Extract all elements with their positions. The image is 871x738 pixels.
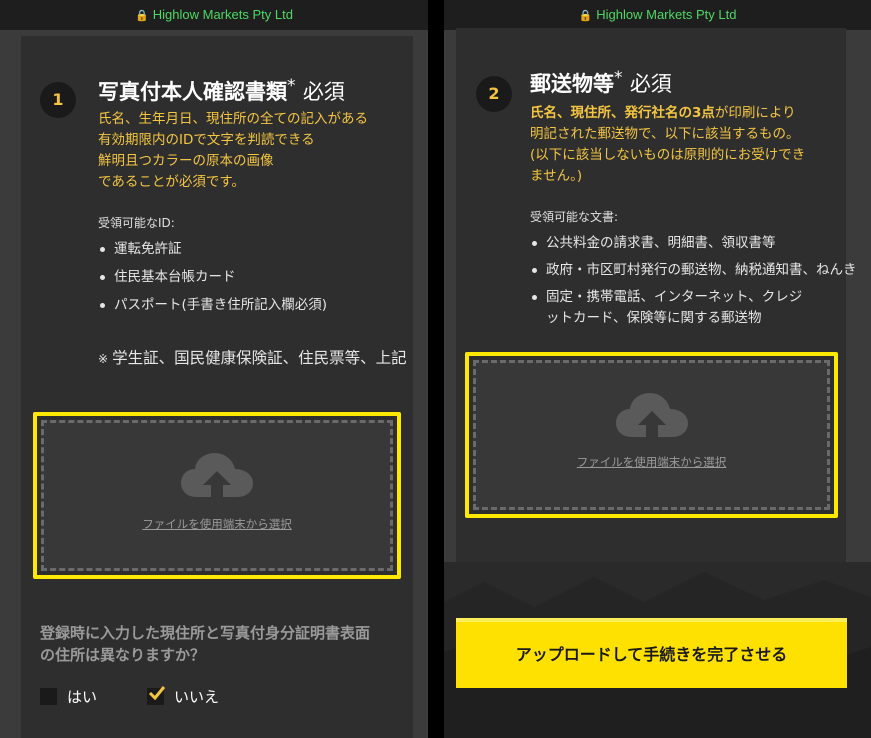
dropzone-area[interactable]: ファイルを使用端末から選択 <box>473 360 830 510</box>
section-title-text: 郵送物等 <box>530 72 614 96</box>
list-item: パスポート(手書き住所記入欄必須) <box>98 295 327 316</box>
required-label: 必須 <box>302 80 345 104</box>
select-file-link[interactable]: ファイルを使用端末から選択 <box>476 454 827 470</box>
checkmark-icon <box>148 686 166 701</box>
cloud-upload-icon <box>181 453 253 499</box>
list-item: 固定・携帯電話、インターネット、クレジ ットカード、保険等に関する郵送物 <box>530 287 857 329</box>
select-file-link[interactable]: ファイルを使用端末から選択 <box>44 516 390 532</box>
list-item: 運転免許証 <box>98 239 327 260</box>
address-text: Highlow Markets Pty Ltd <box>596 7 737 22</box>
required-star: * <box>614 68 623 88</box>
accepted-id-label: 受領可能なID: <box>98 216 175 230</box>
address-bar[interactable]: 🔒 Highlow Markets Pty Ltd <box>444 0 871 30</box>
requirement-line: であることが必須です。 <box>98 174 246 190</box>
list-item-line: ットカード、保険等に関する郵送物 <box>546 310 762 326</box>
list-item-line: 固定・携帯電話、インターネット、クレジ <box>546 289 803 305</box>
yes-label[interactable]: はい <box>67 686 97 707</box>
list-item: 住民基本台帳カード <box>98 267 327 288</box>
option-yes[interactable]: はい <box>40 686 97 707</box>
requirement-rest: が印刷により <box>714 105 796 121</box>
mail-upload-dropzone[interactable]: ファイルを使用端末から選択 <box>465 352 838 518</box>
lock-icon: 🔒 <box>135 10 149 22</box>
requirement-line: 鮮明且つカラーの原本の画像 <box>98 153 274 169</box>
no-label[interactable]: いいえ <box>174 686 219 707</box>
list-item: 公共料金の請求書、明細書、領収書等 <box>530 233 857 254</box>
note-text: 学生証、国民健康保険証、住民票等、上記 <box>112 349 407 367</box>
required-star: * <box>287 76 296 96</box>
id-requirements: 氏名、生年月日、現住所の全ての記入がある 有効期限内のIDで文字を判読できる 鮮… <box>98 109 368 193</box>
question-line: の住所は異なりますか？ <box>40 646 206 664</box>
yes-checkbox[interactable] <box>40 688 57 705</box>
step-badge: 1 <box>40 82 76 118</box>
step-badge: 2 <box>476 76 512 112</box>
requirement-line: 明記された郵送物で、以下に該当するもの。 <box>530 126 800 142</box>
required-label: 必須 <box>629 72 672 96</box>
requirement-bold: 氏名、現住所、発行社名の3点 <box>530 105 715 121</box>
address-bar[interactable]: 🔒 Highlow Markets Pty Ltd <box>0 0 428 30</box>
cloud-upload-icon <box>615 393 688 439</box>
section-title: 写真付本人確認書類* 必須 <box>98 76 345 106</box>
accepted-id-list: 運転免許証 住民基本台帳カード パスポート(手書き住所記入欄必須) <box>98 239 327 316</box>
question-line: 登録時に入力した現住所と写真付身分証明書表面 <box>40 624 371 642</box>
section-title: 郵送物等* 必須 <box>530 68 672 98</box>
option-no[interactable]: いいえ <box>147 686 219 707</box>
section-title-text: 写真付本人確認書類 <box>98 80 287 104</box>
requirement-line: 有効期限内のIDで文字を判読できる <box>98 132 315 148</box>
requirement-line: ません。) <box>530 168 583 184</box>
excluded-id-note: ※ 学生証、国民健康保険証、住民票等、上記 <box>98 346 407 368</box>
left-screen: 🔒 Highlow Markets Pty Ltd 1 写真付本人確認書類* 必須… <box>0 0 428 738</box>
dropzone-area[interactable]: ファイルを使用端末から選択 <box>41 420 393 571</box>
note-mark: ※ <box>98 352 109 366</box>
no-checkbox[interactable] <box>147 686 166 705</box>
requirement-line: 氏名、生年月日、現住所の全ての記入がある <box>98 111 368 127</box>
list-item: 政府・市区町村発行の郵送物、納税通知書、ねんき <box>530 260 857 281</box>
accepted-doc-list: 公共料金の請求書、明細書、領収書等 政府・市区町村発行の郵送物、納税通知書、ねん… <box>530 233 857 329</box>
address-text: Highlow Markets Pty Ltd <box>152 7 293 22</box>
requirement-line: 氏名、現住所、発行社名の3点が印刷により <box>530 103 805 124</box>
address-question: 登録時に入力した現住所と写真付身分証明書表面 の住所は異なりますか？ <box>40 622 370 666</box>
right-screen: 🔒 Highlow Markets Pty Ltd 2 郵送物等* 必須 氏名、現… <box>444 0 871 738</box>
mail-requirements: 氏名、現住所、発行社名の3点が印刷により 明記された郵送物で、以下に該当するもの… <box>530 103 805 187</box>
accepted-doc-label: 受領可能な文書: <box>530 210 619 224</box>
requirement-line: (以下に該当しないものは原則的にお受けでき <box>530 147 806 163</box>
upload-complete-button[interactable]: アップロードして手続きを完了させる <box>456 618 847 688</box>
id-upload-dropzone[interactable]: ファイルを使用端末から選択 <box>33 412 401 579</box>
lock-icon: 🔒 <box>578 10 593 22</box>
